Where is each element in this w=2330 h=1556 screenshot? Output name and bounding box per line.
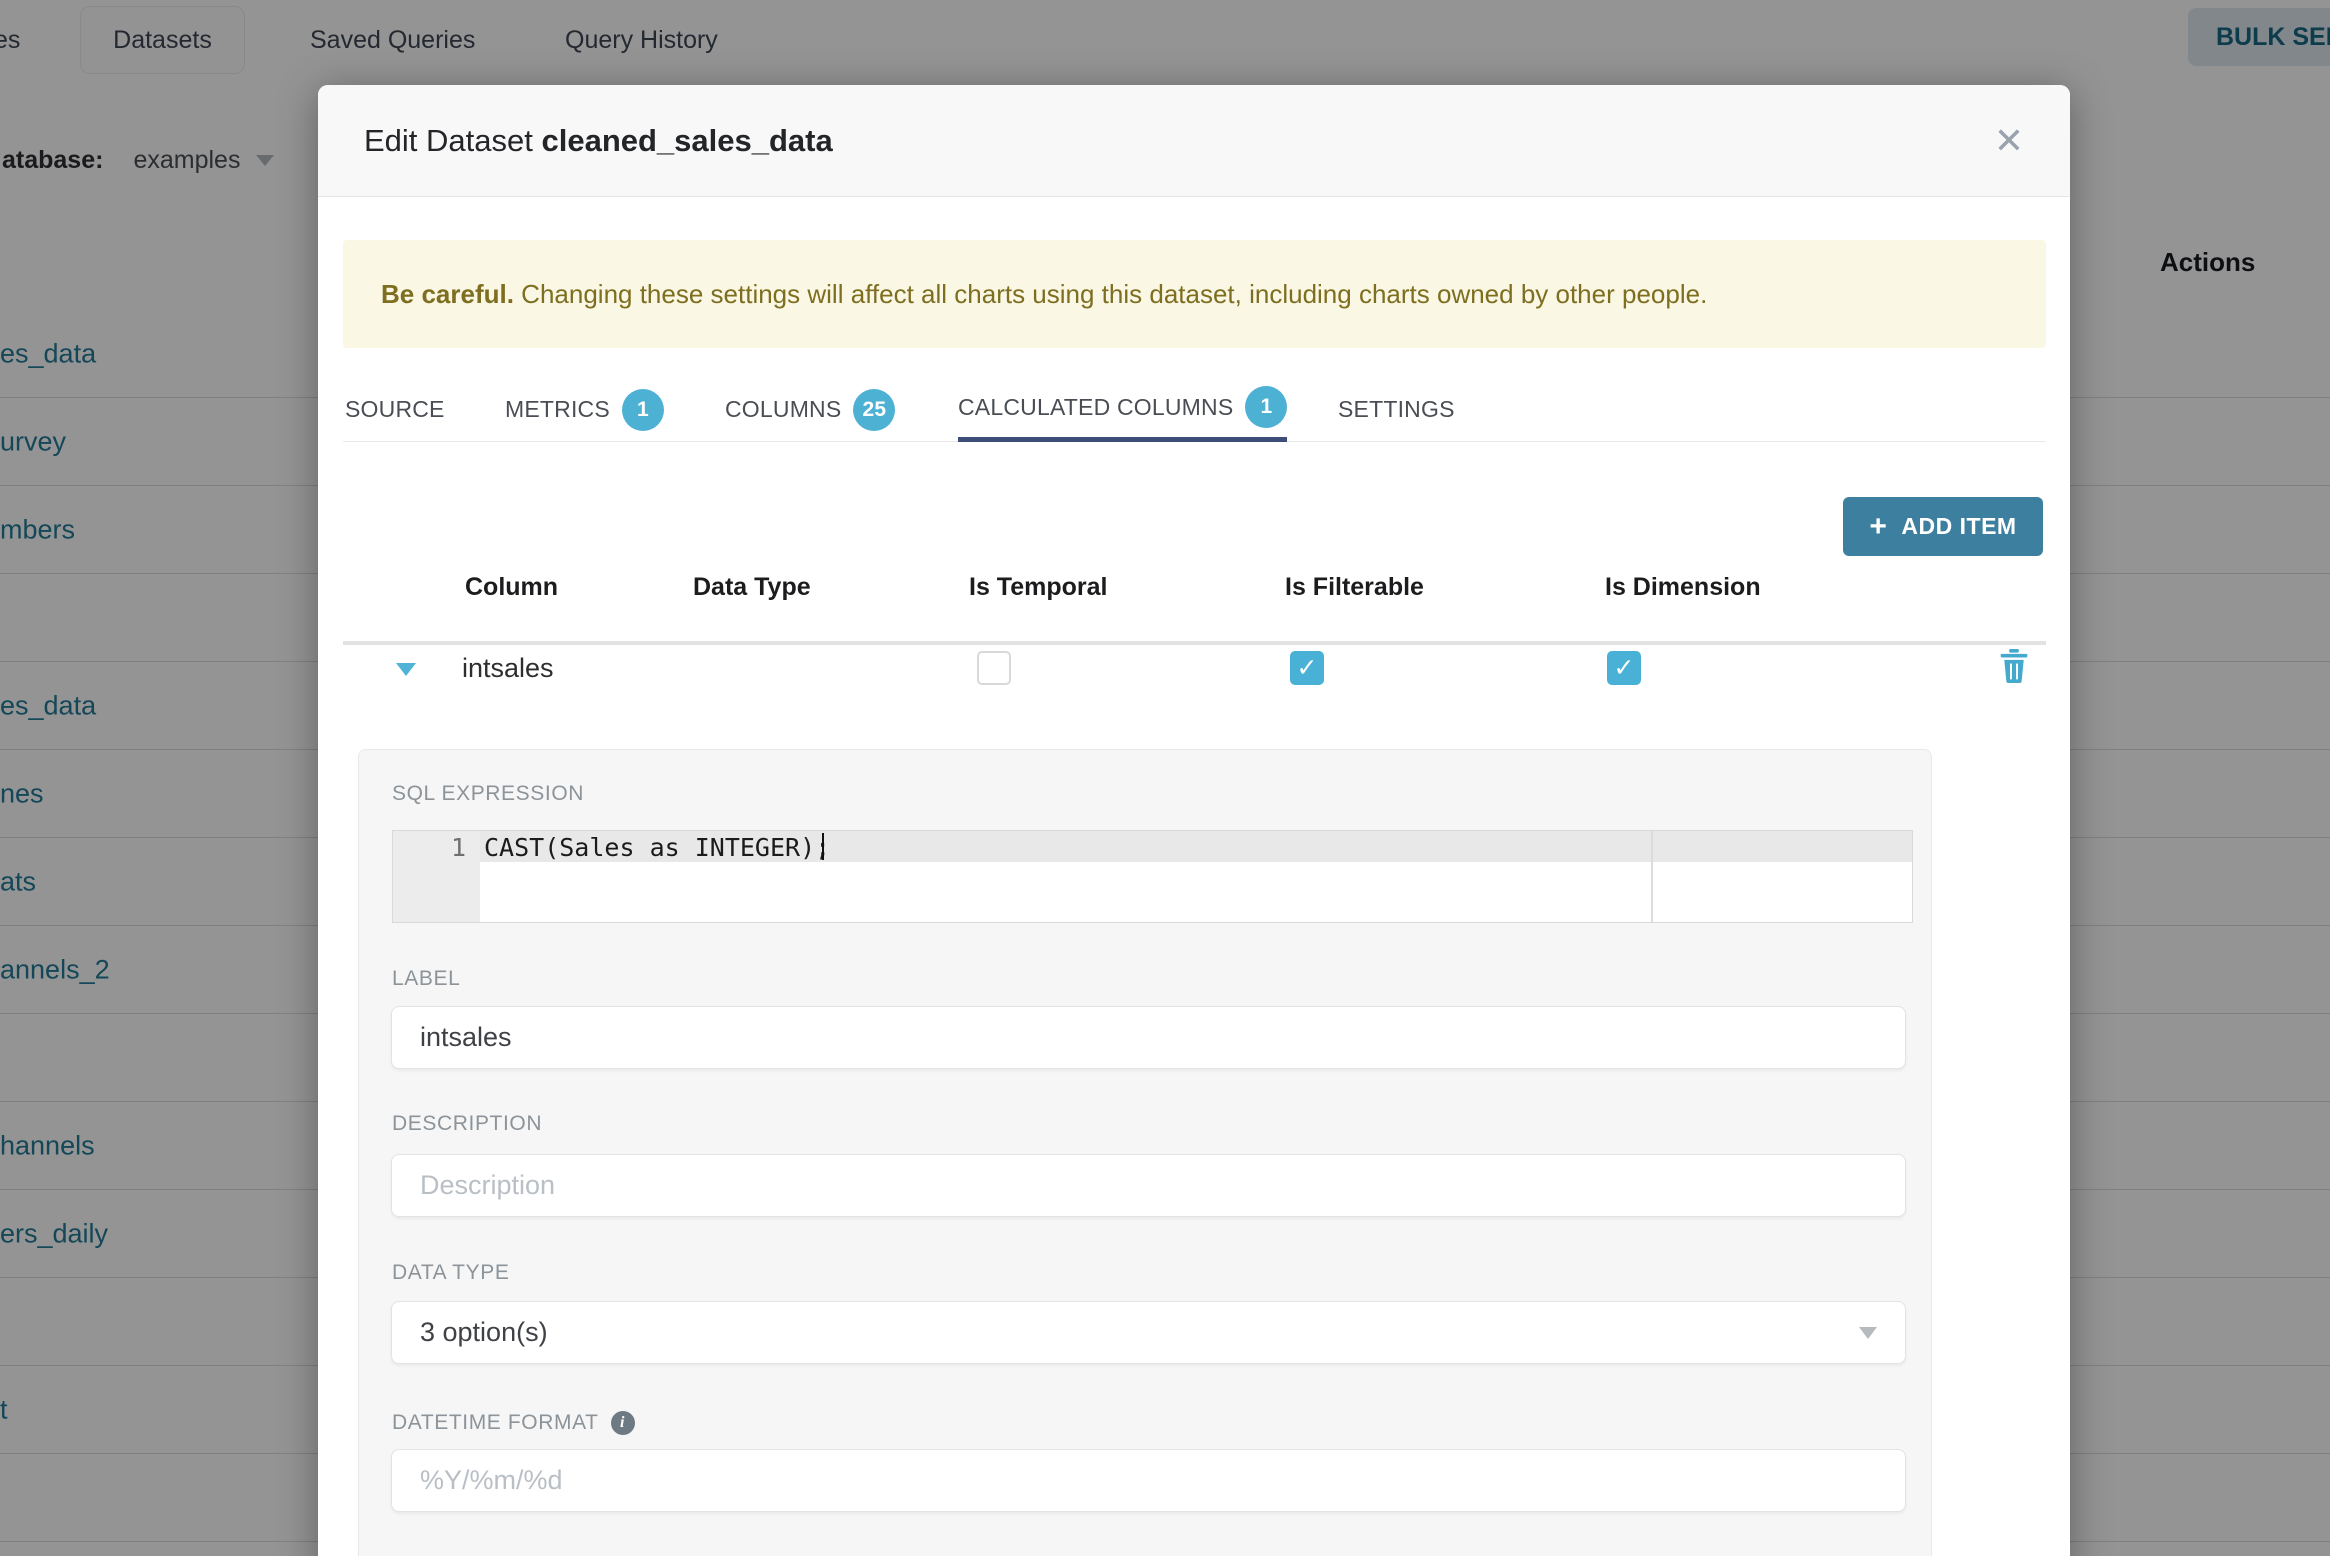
tab-source[interactable]: SOURCE — [345, 377, 445, 442]
calculated-columns-count-badge: 1 — [1245, 386, 1288, 428]
chevron-down-icon — [1859, 1326, 1877, 1339]
data-type-select[interactable]: 3 option(s) — [391, 1301, 1906, 1364]
column-header-data-type: Data Type — [693, 573, 811, 601]
label-field-label: LABEL — [392, 967, 461, 990]
check-icon: ✓ — [1296, 654, 1318, 682]
column-header-is-dimension: Is Dimension — [1605, 573, 1761, 601]
edit-dataset-modal: Edit Dataset cleaned_sales_data ✕ Be car… — [318, 85, 2070, 1556]
is-temporal-checkbox[interactable]: ✓ — [977, 651, 1011, 685]
data-type-value: 3 option(s) — [420, 1317, 548, 1347]
tab-settings[interactable]: SETTINGS — [1338, 377, 1455, 442]
close-icon[interactable]: ✕ — [1994, 122, 2024, 159]
add-item-button[interactable]: + ADD ITEM — [1843, 497, 2043, 556]
tab-calculated-columns[interactable]: CALCULATED COLUMNS 1 — [958, 377, 1288, 442]
info-icon[interactable]: i — [610, 1411, 635, 1435]
screen: es Datasets Saved Queries Query History … — [0, 0, 2330, 1556]
is-dimension-checkbox[interactable]: ✓ — [1607, 651, 1641, 685]
label-input[interactable] — [391, 1006, 1906, 1069]
line-number: 1 — [450, 833, 466, 862]
datetime-format-input[interactable] — [391, 1449, 1906, 1512]
sql-expression-editor[interactable]: 1 CAST(Sales as INTEGER); — [392, 830, 1913, 923]
plus-icon: + — [1869, 509, 1888, 543]
modal-title-prefix: Edit Dataset — [364, 122, 542, 158]
calculated-column-row: intsales ✓ ✓ ✓ — [318, 645, 2070, 693]
tab-columns[interactable]: COLUMNS 25 — [725, 377, 896, 442]
trash-icon — [2000, 648, 2028, 683]
sql-expression-code: CAST(Sales as INTEGER); — [484, 833, 831, 862]
sql-expression-label: SQL EXPRESSION — [392, 782, 585, 805]
editor-print-margin — [1651, 831, 1653, 922]
description-input[interactable] — [391, 1154, 1906, 1217]
column-header-column: Column — [465, 573, 559, 601]
check-icon: ✓ — [1613, 654, 1635, 682]
modal-tabs: SOURCE METRICS 1 COLUMNS 25 CALCULATED COL… — [343, 377, 2046, 442]
datetime-format-field-label: DATETIME FORMAT i — [392, 1411, 635, 1435]
text-cursor — [822, 833, 824, 860]
calculated-column-name: intsales — [462, 653, 554, 683]
is-filterable-checkbox[interactable]: ✓ — [1290, 651, 1324, 685]
column-detail-panel: SQL EXPRESSION 1 CAST(Sales as INTEGER);… — [358, 749, 1932, 1556]
column-header-is-filterable: Is Filterable — [1285, 573, 1424, 601]
warning-banner: Be careful. Changing these settings will… — [343, 240, 2046, 348]
editor-gutter: 1 — [393, 831, 480, 922]
modal-header: Edit Dataset cleaned_sales_data ✕ — [318, 85, 2070, 197]
data-type-field-label: DATA TYPE — [392, 1261, 510, 1284]
modal-title: Edit Dataset cleaned_sales_data — [364, 123, 833, 159]
columns-count-badge: 25 — [853, 388, 896, 431]
metrics-count-badge: 1 — [621, 388, 664, 431]
column-header-is-temporal: Is Temporal — [969, 573, 1108, 601]
tab-metrics[interactable]: METRICS 1 — [505, 377, 664, 442]
delete-column-button[interactable] — [1996, 647, 2032, 687]
description-field-label: DESCRIPTION — [392, 1112, 543, 1135]
warning-text: Be careful. Changing these settings will… — [381, 278, 1708, 309]
collapse-caret-icon[interactable] — [396, 663, 416, 676]
modal-title-dataset-name: cleaned_sales_data — [541, 122, 833, 158]
